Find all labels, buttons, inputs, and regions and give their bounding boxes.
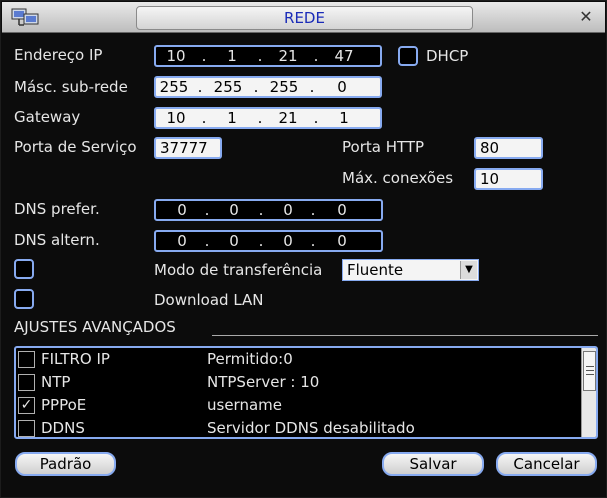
max-connections-field[interactable]: 10: [474, 168, 543, 190]
subnet-mask-label: Másc. sub-rede: [14, 78, 128, 96]
dhcp-checkbox[interactable]: [398, 46, 418, 66]
subnet-dot: .: [253, 78, 259, 96]
ntp-checkbox[interactable]: [18, 374, 35, 391]
dns-preferred-field[interactable]: 0 . 0 . 0 . 0: [154, 199, 383, 221]
gateway-dot: .: [257, 109, 263, 127]
network-settings-window: REDE ✕ Endereço IP 10 . 1 . 21 . 47 DHCP…: [0, 0, 607, 498]
grip-line: [586, 370, 594, 371]
http-port-label: Porta HTTP: [342, 138, 425, 156]
chevron-down-icon[interactable]: ▼: [460, 261, 477, 279]
subnet-octet-2: 255: [213, 78, 243, 96]
dns-alternate-label: DNS altern.: [14, 231, 100, 249]
gateway-octet-2: 1: [227, 109, 237, 127]
dns-preferred-label: DNS prefer.: [14, 200, 100, 218]
subnet-dot: .: [197, 78, 203, 96]
transfer-mode-dropdown[interactable]: Fluente ▼: [342, 259, 479, 281]
ip-address-label: Endereço IP: [14, 46, 103, 64]
list-item-name: DDNS: [41, 419, 85, 437]
dns-pref-octet-4: 0: [337, 201, 347, 219]
close-icon[interactable]: ✕: [578, 9, 594, 25]
gateway-field[interactable]: 10 . 1 . 21 . 1: [154, 107, 382, 129]
dns-pref-octet-1: 0: [177, 201, 187, 219]
dns-pref-octet-2: 0: [229, 201, 239, 219]
ddns-checkbox[interactable]: [18, 420, 35, 437]
network-icon: [11, 8, 39, 26]
list-item-value: username: [207, 396, 282, 414]
max-connections-label: Máx. conexões: [342, 169, 454, 187]
save-button[interactable]: Salvar: [382, 452, 484, 476]
list-item[interactable]: FILTRO IP Permitido:0: [16, 348, 582, 371]
dns-dot: .: [310, 232, 316, 250]
gateway-label: Gateway: [14, 108, 81, 126]
default-button[interactable]: Padrão: [15, 452, 116, 476]
dns-alt-octet-3: 0: [283, 232, 293, 250]
download-lan-label: Download LAN: [154, 291, 264, 309]
dns-alt-octet-2: 0: [229, 232, 239, 250]
subnet-octet-1: 255: [159, 78, 189, 96]
ip-octet-3: 21: [278, 47, 298, 65]
list-item-name: PPPoE: [41, 396, 87, 414]
transfer-mode-label: Modo de transferência: [154, 261, 323, 279]
advanced-settings-heading: AJUSTES AVANÇADOS: [14, 318, 176, 336]
checkmark-icon: ✓: [20, 397, 33, 413]
list-item[interactable]: DDNS Servidor DDNS desabilitado: [16, 417, 582, 437]
service-port-label: Porta de Serviço: [14, 138, 137, 156]
ip-octet-4: 47: [334, 47, 354, 65]
ip-octet-1: 10: [166, 47, 186, 65]
title-bar: REDE ✕: [2, 2, 605, 33]
ip-dot: .: [201, 47, 207, 65]
dns-alt-octet-1: 0: [177, 232, 187, 250]
subnet-octet-4: 0: [337, 78, 347, 96]
scroll-thumb[interactable]: [583, 351, 596, 391]
dhcp-label: DHCP: [426, 47, 469, 65]
ip-address-field[interactable]: 10 . 1 . 21 . 47: [154, 45, 382, 67]
scrollbar[interactable]: [581, 348, 596, 437]
list-item-name: NTP: [41, 373, 71, 391]
grip-line: [586, 366, 594, 367]
service-port-field[interactable]: 37777: [154, 137, 222, 159]
subnet-dot: .: [309, 78, 315, 96]
dns-dot: .: [258, 232, 264, 250]
gateway-octet-1: 10: [166, 109, 186, 127]
ip-dot: .: [257, 47, 263, 65]
gateway-octet-3: 21: [278, 109, 298, 127]
grip-line: [586, 374, 594, 375]
list-item-value: Servidor DDNS desabilitado: [207, 419, 415, 437]
download-lan-checkbox[interactable]: [14, 289, 34, 309]
http-port-field[interactable]: 80: [474, 137, 543, 159]
list-item[interactable]: ✓ PPPoE username: [16, 394, 582, 417]
section-divider: [212, 335, 598, 336]
gateway-dot: .: [313, 109, 319, 127]
ip-filter-checkbox[interactable]: [18, 351, 35, 368]
transfer-mode-value: Fluente: [347, 261, 404, 279]
dns-dot: .: [204, 232, 210, 250]
transfer-mode-checkbox[interactable]: [14, 259, 34, 279]
list-item-name: FILTRO IP: [41, 350, 110, 368]
cancel-button[interactable]: Cancelar: [496, 452, 597, 476]
subnet-octet-3: 255: [269, 78, 299, 96]
gateway-octet-4: 1: [339, 109, 349, 127]
gateway-dot: .: [201, 109, 207, 127]
dns-dot: .: [258, 201, 264, 219]
window-title: REDE: [136, 6, 473, 30]
list-item-value: NTPServer : 10: [207, 373, 320, 391]
advanced-settings-list[interactable]: FILTRO IP Permitido:0 NTP NTPServer : 10…: [14, 346, 598, 439]
list-item[interactable]: NTP NTPServer : 10: [16, 371, 582, 394]
pppoe-checkbox[interactable]: ✓: [18, 397, 35, 414]
subnet-mask-field[interactable]: 255 . 255 . 255 . 0: [154, 76, 382, 98]
dns-dot: .: [310, 201, 316, 219]
dns-dot: .: [204, 201, 210, 219]
dns-alt-octet-4: 0: [337, 232, 347, 250]
list-item-value: Permitido:0: [207, 350, 293, 368]
dns-pref-octet-3: 0: [283, 201, 293, 219]
ip-dot: .: [313, 47, 319, 65]
ip-octet-2: 1: [227, 47, 237, 65]
dns-alternate-field[interactable]: 0 . 0 . 0 . 0: [154, 230, 383, 252]
